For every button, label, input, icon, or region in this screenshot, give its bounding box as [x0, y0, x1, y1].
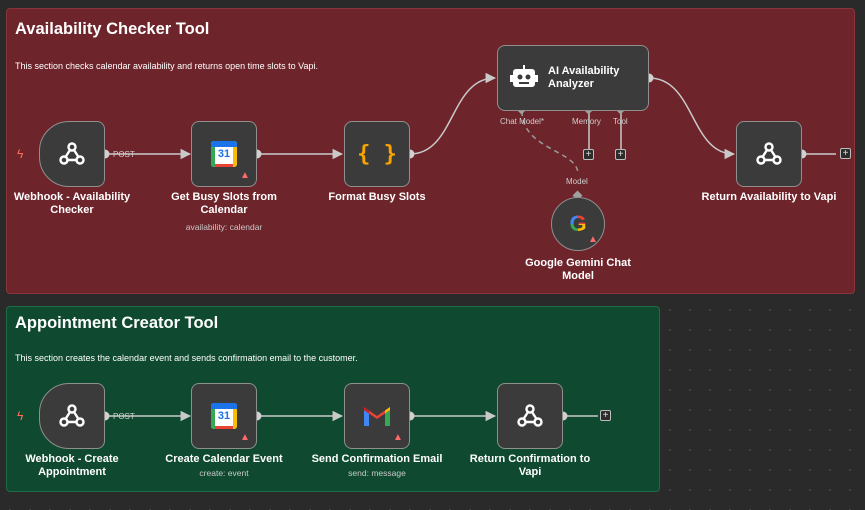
webhook-create-label: Webhook - Create Appointment: [25, 453, 119, 478]
send-email-label: Send Confirmation Email: [311, 453, 443, 465]
get-busy-slots-label: Get Busy Slots from Calendar: [171, 191, 277, 216]
get-busy-slots-subtitle: availability: calendar: [185, 222, 263, 232]
google-calendar-icon: 31: [211, 141, 237, 167]
return-availability-label: Return Availability to Vapi: [701, 191, 837, 203]
webhook-icon: [59, 142, 85, 165]
appointment-section-title: Appointment Creator Tool: [15, 314, 219, 332]
node-get-busy-slots[interactable]: 31 ▲: [191, 121, 257, 187]
node-format-busy-slots[interactable]: { }: [344, 121, 410, 187]
node-create-calendar-event[interactable]: 31 ▲: [191, 383, 257, 449]
send-email-subtitle: send: message: [348, 468, 406, 478]
node-send-confirmation-email[interactable]: ▲: [344, 383, 410, 449]
node-google-gemini-chat-model[interactable]: G ▲: [551, 197, 605, 251]
memory-port-label: Memory: [572, 117, 601, 126]
google-calendar-icon: 31: [211, 403, 237, 429]
code-braces-icon: { }: [357, 141, 397, 167]
node-webhook-create-appointment[interactable]: [39, 383, 105, 449]
gmail-icon: [364, 407, 390, 426]
warning-icon: ▲: [240, 170, 250, 181]
tool-port-label: Tool: [613, 117, 628, 126]
node-return-confirmation[interactable]: [497, 383, 563, 449]
warning-icon: ▲: [588, 234, 598, 245]
google-g-icon: G: [569, 211, 587, 236]
add-memory-button[interactable]: +: [583, 149, 594, 160]
create-event-label: Create Calendar Event: [165, 453, 283, 465]
post-connector-label: POST: [113, 150, 135, 159]
trigger-bolt-icon: ϟ: [17, 147, 24, 161]
webhook-icon: [59, 404, 85, 427]
trigger-bolt-icon: ϟ: [17, 409, 24, 423]
node-webhook-availability[interactable]: [39, 121, 105, 187]
return-confirmation-label: Return Confirmation to Vapi: [469, 453, 591, 478]
warning-icon: ▲: [240, 432, 250, 443]
add-node-after-return-confirmation-button[interactable]: +: [600, 410, 611, 421]
availability-section-description: This section checks calendar availabilit…: [15, 61, 318, 71]
robot-icon: [510, 65, 538, 87]
add-tool-button[interactable]: +: [615, 149, 626, 160]
webhook-availability-label: Webhook - Availability Checker: [13, 191, 131, 216]
node-ai-availability-analyzer[interactable]: AI Availability Analyzer: [497, 45, 649, 111]
model-port-label: Model: [566, 177, 588, 186]
node-return-availability[interactable]: [736, 121, 802, 187]
appointment-section-description: This section creates the calendar event …: [15, 353, 358, 363]
add-node-after-return-availability-button[interactable]: +: [840, 148, 851, 159]
format-busy-slots-label: Format Busy Slots: [328, 191, 426, 203]
post-connector-label: POST: [113, 412, 135, 421]
webhook-icon: [517, 404, 543, 427]
webhook-icon: [756, 142, 782, 165]
create-event-subtitle: create: event: [199, 468, 249, 478]
ai-analyzer-label: AI Availability Analyzer: [548, 65, 620, 90]
availability-section-title: Availability Checker Tool: [15, 20, 210, 38]
warning-icon: ▲: [393, 432, 403, 443]
gemini-model-label: Google Gemini Chat Model: [525, 257, 631, 282]
chat-model-port-label: Chat Model*: [500, 117, 545, 126]
